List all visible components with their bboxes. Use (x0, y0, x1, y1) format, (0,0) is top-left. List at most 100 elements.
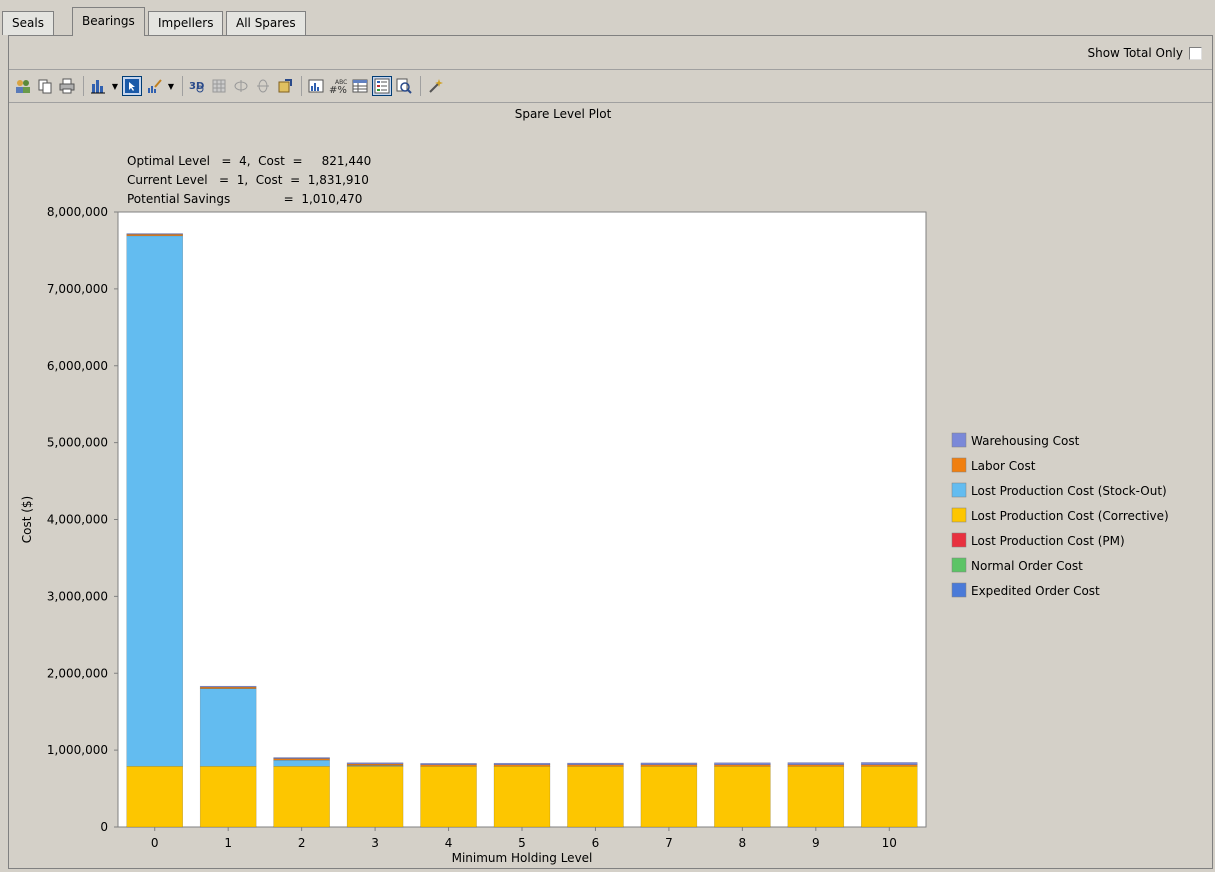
data-labels-icon[interactable]: ABC #% (328, 76, 348, 96)
bar-segment (199, 766, 257, 828)
chart-toolbar: ▼ ▼ 3D ABC #% (13, 72, 1208, 100)
y-tick-label: 1,000,000 (47, 743, 108, 757)
legend-label: Labor Cost (971, 459, 1036, 473)
chart-annotation: Potential Savings = 1,010,470 (127, 192, 362, 206)
x-tick-label: 8 (739, 836, 747, 850)
dropdown-arrow-icon[interactable]: ▼ (110, 76, 120, 96)
chart-area: Spare Level Plot Optimal Level = 4, Cost … (9, 102, 1212, 869)
legend-icon[interactable] (372, 76, 392, 96)
legend-label: Lost Production Cost (Corrective) (971, 509, 1169, 523)
bar-segment (273, 759, 330, 767)
tab-bearings[interactable]: Bearings (72, 7, 145, 36)
edit-chart-icon[interactable] (144, 76, 164, 96)
chart-annotation: Current Level = 1, Cost = 1,831,910 (127, 173, 369, 187)
bar-segment (493, 762, 551, 765)
bar-segment (420, 766, 477, 828)
3d-icon[interactable]: 3D (187, 76, 207, 96)
y-tick-label: 2,000,000 (47, 666, 108, 680)
legend-swatch (951, 557, 967, 573)
legend-label: Lost Production Cost (Stock-Out) (971, 484, 1167, 498)
bar-segment (787, 762, 845, 765)
x-tick-label: 1 (224, 836, 232, 850)
show-total-only[interactable]: Show Total Only (1087, 46, 1202, 60)
x-tick-label: 7 (665, 836, 673, 850)
legend-swatch (951, 482, 967, 498)
divider (9, 69, 1212, 70)
tab-impellers[interactable]: Impellers (148, 11, 224, 35)
x-tick-label: 0 (151, 836, 159, 850)
bar-segment (714, 762, 771, 765)
x-tick-label: 3 (371, 836, 379, 850)
show-total-only-checkbox[interactable] (1189, 46, 1202, 60)
bar-segment (199, 685, 257, 688)
y-tick-label: 4,000,000 (47, 513, 108, 527)
legend-swatch (951, 457, 967, 473)
chart-annotation: Optimal Level = 4, Cost = 821,440 (127, 154, 371, 168)
x-tick-label: 6 (592, 836, 600, 850)
bar-segment (640, 762, 698, 765)
y-axis-label: Cost ($) (20, 496, 34, 544)
bar-segment (567, 762, 624, 765)
bar-segment (787, 766, 845, 828)
bar-segment (714, 766, 771, 828)
print-icon[interactable] (57, 76, 77, 96)
bar-segment (346, 762, 404, 765)
x-axis-label: Minimum Holding Level (452, 851, 593, 865)
x-tick-label: 9 (812, 836, 820, 850)
legend-swatch (951, 507, 967, 523)
tab-seals[interactable]: Seals (2, 11, 54, 35)
bar-segment (420, 763, 477, 765)
legend-label: Expedited Order Cost (971, 584, 1100, 598)
y-tick-label: 6,000,000 (47, 359, 108, 373)
copy-icon[interactable] (35, 76, 55, 96)
legend-label: Normal Order Cost (971, 559, 1083, 573)
bearings-panel: Show Total Only ▼ ▼ 3D ABC #% Spare Leve… (8, 35, 1213, 869)
table-icon[interactable] (350, 76, 370, 96)
y-tick-label: 3,000,000 (47, 589, 108, 603)
bar-segment (273, 766, 330, 828)
toolbar-separator (182, 76, 183, 96)
tab-bar: Seals Bearings Impellers All Spares (0, 0, 1215, 36)
legend-label: Warehousing Cost (971, 434, 1080, 448)
x-tick-label: 4 (445, 836, 453, 850)
bar-segment (346, 766, 404, 828)
y-tick-label: 8,000,000 (47, 205, 108, 219)
bar-segment (126, 233, 183, 235)
tab-all-spares[interactable]: All Spares (226, 11, 306, 35)
rotate-vertical-icon[interactable] (253, 76, 273, 96)
bar-segment (640, 766, 698, 828)
y-tick-label: 5,000,000 (47, 436, 108, 450)
x-tick-label: 2 (298, 836, 306, 850)
chart-title: Spare Level Plot (515, 107, 612, 121)
legend-swatch (951, 432, 967, 448)
y-tick-label: 0 (100, 820, 108, 834)
select-pointer-icon[interactable] (122, 76, 142, 96)
bar-segment (493, 766, 551, 828)
x-tick-label: 10 (882, 836, 897, 850)
wizard-icon[interactable] (425, 76, 445, 96)
chart-properties-icon[interactable] (306, 76, 326, 96)
bar-segment (861, 766, 918, 828)
legend-swatch (951, 582, 967, 598)
y-tick-label: 7,000,000 (47, 282, 108, 296)
toolbar-separator (420, 76, 421, 96)
legend-swatch (951, 532, 967, 548)
bar-segment (273, 757, 330, 759)
dropdown-arrow-icon[interactable]: ▼ (166, 76, 176, 96)
x-tick-label: 5 (518, 836, 526, 850)
grid-icon[interactable] (209, 76, 229, 96)
toolbar-separator (301, 76, 302, 96)
zoom-icon[interactable] (394, 76, 414, 96)
toolbar-separator (83, 76, 84, 96)
bar-chart-icon[interactable] (88, 76, 108, 96)
show-total-only-label: Show Total Only (1087, 46, 1183, 60)
rotate-horizontal-icon[interactable] (231, 76, 251, 96)
bar-segment (861, 762, 918, 765)
users-icon[interactable] (13, 76, 33, 96)
export-icon[interactable] (275, 76, 295, 96)
bar-segment (199, 688, 257, 767)
svg-text:#%: #% (329, 85, 347, 94)
legend-label: Lost Production Cost (PM) (971, 534, 1125, 548)
spare-level-chart: Spare Level Plot Optimal Level = 4, Cost … (20, 107, 1169, 865)
bar-segment (126, 235, 183, 767)
